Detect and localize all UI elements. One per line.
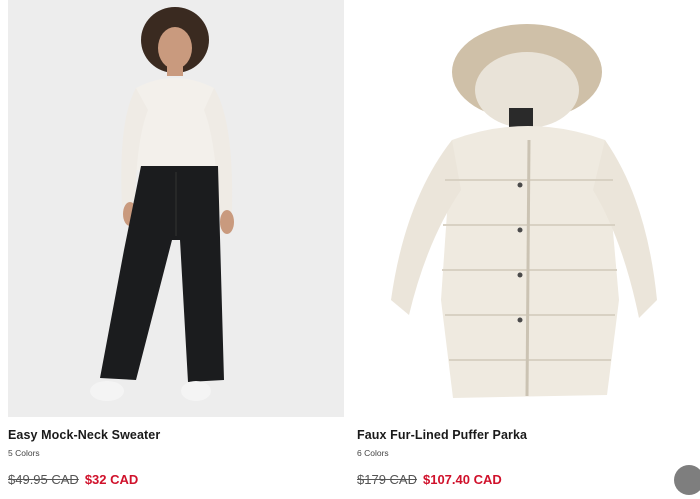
original-price: $179 CAD	[357, 472, 417, 487]
product-price: $49.95 CAD $32 CAD	[8, 472, 344, 487]
product-name[interactable]: Easy Mock-Neck Sweater	[8, 428, 344, 444]
product-price: $179 CAD $107.40 CAD	[357, 472, 700, 487]
product-color-count: 5 Colors	[8, 448, 40, 458]
carousel-arrow-icon[interactable]	[674, 465, 700, 495]
model-sweater-photo	[8, 0, 344, 417]
product-grid: Easy Mock-Neck Sweater 5 Colors $49.95 C…	[0, 0, 700, 499]
product-card[interactable]: Easy Mock-Neck Sweater 5 Colors $49.95 C…	[8, 0, 344, 487]
puffer-parka-photo	[357, 0, 700, 417]
product-image[interactable]	[8, 0, 344, 417]
original-price: $49.95 CAD	[8, 472, 79, 487]
product-name[interactable]: Faux Fur-Lined Puffer Parka	[357, 428, 700, 444]
product-image[interactable]	[357, 0, 700, 417]
sale-price: $107.40 CAD	[422, 472, 502, 487]
sale-price: $32 CAD	[84, 472, 139, 487]
product-color-count: 6 Colors	[357, 448, 389, 458]
product-card[interactable]: Faux Fur-Lined Puffer Parka 6 Colors $17…	[357, 0, 700, 495]
